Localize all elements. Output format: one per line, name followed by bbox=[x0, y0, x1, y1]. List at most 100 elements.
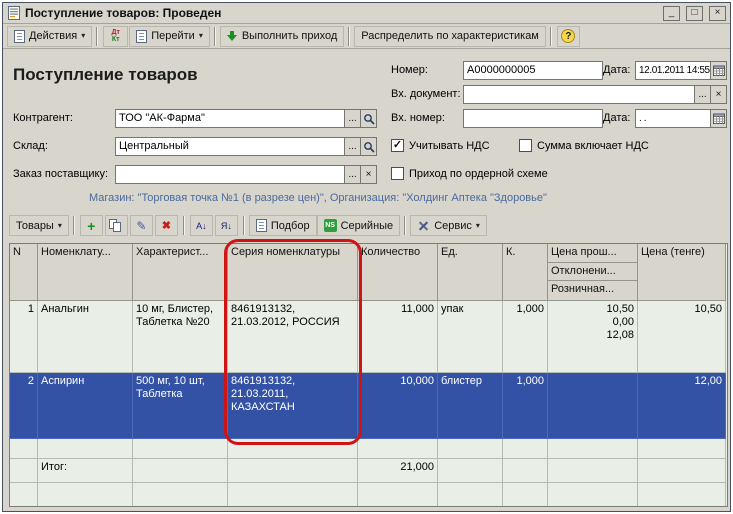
incoming-doc-input[interactable] bbox=[463, 85, 695, 104]
cell-empty bbox=[38, 483, 133, 506]
cell-empty bbox=[358, 439, 438, 459]
counterparty-ellipsis-button[interactable]: ... bbox=[345, 109, 361, 128]
total-row: Итог: 21,000 bbox=[10, 459, 727, 483]
number-input[interactable]: А0000000005 bbox=[463, 61, 603, 80]
cell-series[interactable]: 8461913132, 21.03.2011, КАЗАХСТАН bbox=[228, 373, 358, 439]
cell-price[interactable]: 12,00 bbox=[638, 373, 726, 439]
cell-characteristic[interactable]: 10 мг, Блистер, Таблетка №20 bbox=[133, 301, 228, 373]
incoming-calendar-button[interactable] bbox=[711, 109, 727, 128]
vat-included-checkbox-label: Сумма включает НДС bbox=[537, 140, 649, 152]
number-field[interactable]: А0000000005 bbox=[463, 61, 603, 80]
date-input[interactable]: 12.01.2011 14:55:39 bbox=[635, 61, 711, 80]
cell-n[interactable]: 1 bbox=[10, 301, 38, 373]
cell-empty bbox=[438, 459, 503, 483]
incoming-doc-ellipsis-button[interactable]: ... bbox=[695, 85, 711, 104]
delete-row-button[interactable]: ✖ bbox=[155, 215, 178, 236]
document-icon bbox=[7, 6, 21, 20]
warehouse-label: Склад: bbox=[13, 140, 48, 152]
supplier-order-input[interactable] bbox=[115, 165, 345, 184]
cell-quantity[interactable]: 11,000 bbox=[358, 301, 438, 373]
total-quantity: 21,000 bbox=[358, 459, 438, 483]
total-label: Итог: bbox=[38, 459, 133, 483]
cell-characteristic[interactable]: 500 мг, 10 шт, Таблетка bbox=[133, 373, 228, 439]
warehouse-ellipsis-button[interactable]: ... bbox=[345, 137, 361, 156]
warehouse-field[interactable]: Центральный ... bbox=[115, 137, 377, 156]
col-header-k: К. bbox=[503, 244, 548, 301]
goto-label: Перейти bbox=[151, 30, 195, 42]
incoming-doc-clear-button[interactable]: × bbox=[711, 85, 727, 104]
supplier-order-ellipsis-button[interactable]: ... bbox=[345, 165, 361, 184]
calendar-button[interactable] bbox=[711, 61, 727, 80]
date-field[interactable]: 12.01.2011 14:55:39 bbox=[635, 61, 727, 80]
close-button[interactable]: × bbox=[709, 6, 726, 21]
cell-nomenclature[interactable]: Анальгин bbox=[38, 301, 133, 373]
cell-n[interactable]: 2 bbox=[10, 373, 38, 439]
table-row[interactable]: 1 Анальгин 10 мг, Блистер, Таблетка №20 … bbox=[10, 301, 727, 373]
incoming-doc-field[interactable]: ... × bbox=[463, 85, 727, 104]
cell-unit[interactable]: блистер bbox=[438, 373, 503, 439]
tools-icon bbox=[417, 219, 430, 232]
col-header-unit: Ед. bbox=[438, 244, 503, 301]
dt-kt-button[interactable]: Дт Кт bbox=[103, 26, 128, 47]
warehouse-input[interactable]: Центральный bbox=[115, 137, 345, 156]
cell-quantity[interactable]: 10,000 bbox=[358, 373, 438, 439]
calendar-icon bbox=[713, 65, 725, 76]
counterparty-input[interactable]: ТОО "АК-Фарма" bbox=[115, 109, 345, 128]
warehouse-lookup-button[interactable] bbox=[361, 137, 377, 156]
sort-ascending-button[interactable]: А↓ bbox=[190, 215, 213, 236]
minimize-button[interactable]: _ bbox=[663, 6, 680, 21]
kt-icon: Кт bbox=[112, 36, 120, 43]
supplier-order-clear-button[interactable]: × bbox=[361, 165, 377, 184]
vat-checkbox[interactable]: ✓ Учитывать НДС bbox=[391, 139, 490, 152]
date-label: Дата: bbox=[603, 64, 630, 76]
add-row-button[interactable]: + bbox=[80, 215, 103, 236]
incoming-date-input[interactable]: . . bbox=[635, 109, 711, 128]
post-receipt-label: Выполнить приход bbox=[242, 30, 337, 42]
cell-k[interactable]: 1,000 bbox=[503, 301, 548, 373]
cell-price-group[interactable] bbox=[548, 373, 638, 439]
sort-descending-button[interactable]: Я↓ bbox=[215, 215, 238, 236]
cell-series[interactable]: 8461913132, 21.03.2012, РОССИЯ bbox=[228, 301, 358, 373]
order-scheme-checkbox[interactable]: Приход по ордерной схеме bbox=[391, 167, 548, 180]
distribute-by-characteristics-button[interactable]: Распределить по характеристикам bbox=[354, 26, 546, 47]
toolbar-separator bbox=[214, 27, 216, 46]
cell-price-group[interactable]: 10,50 0,00 12,08 bbox=[548, 301, 638, 373]
incoming-number-field[interactable] bbox=[463, 109, 603, 128]
supplier-order-field[interactable]: ... × bbox=[115, 165, 377, 184]
cell-retail: 12,08 bbox=[606, 329, 634, 342]
cell-unit[interactable]: упак bbox=[438, 301, 503, 373]
serial-numbers-button[interactable]: NS Серийные bbox=[317, 215, 401, 236]
cell-empty bbox=[228, 483, 358, 506]
counterparty-lookup-button[interactable] bbox=[361, 109, 377, 128]
title-bar[interactable]: Поступление товаров: Проведен _ □ × bbox=[3, 3, 730, 24]
cell-price[interactable]: 10,50 bbox=[638, 301, 726, 373]
cell-nomenclature[interactable]: Аспирин bbox=[38, 373, 133, 439]
table-row-selected[interactable]: 2 Аспирин 500 мг, 10 шт, Таблетка 846191… bbox=[10, 373, 727, 439]
counterparty-field[interactable]: ТОО "АК-Фарма" ... bbox=[115, 109, 377, 128]
cell-empty bbox=[10, 459, 38, 483]
copy-row-button[interactable] bbox=[105, 215, 128, 236]
col-header-price-prev: Цена прош... bbox=[548, 244, 637, 263]
cell-empty bbox=[438, 439, 503, 459]
ellipsis-icon: ... bbox=[348, 169, 356, 180]
incoming-number-input[interactable] bbox=[463, 109, 603, 128]
calendar-icon bbox=[713, 113, 725, 124]
pick-button[interactable]: Подбор bbox=[249, 215, 317, 236]
help-icon: ? bbox=[561, 29, 575, 43]
cell-empty bbox=[133, 483, 228, 506]
cell-empty bbox=[638, 439, 726, 459]
actions-button[interactable]: Действия ▾ bbox=[7, 26, 92, 47]
cell-empty bbox=[438, 483, 503, 506]
service-menu-button[interactable]: Сервис ▾ bbox=[410, 215, 487, 236]
goods-menu-button[interactable]: Товары ▾ bbox=[9, 215, 69, 236]
vat-included-checkbox[interactable]: Сумма включает НДС bbox=[519, 139, 649, 152]
goto-button[interactable]: Перейти ▾ bbox=[129, 26, 210, 47]
edit-row-button[interactable]: ✎ bbox=[130, 215, 153, 236]
cell-k[interactable]: 1,000 bbox=[503, 373, 548, 439]
post-receipt-button[interactable]: Выполнить приход bbox=[220, 26, 344, 47]
ellipsis-icon: ... bbox=[348, 141, 356, 152]
incoming-date-field[interactable]: . . bbox=[635, 109, 727, 128]
maximize-button[interactable]: □ bbox=[686, 6, 703, 21]
help-button[interactable]: ? bbox=[557, 26, 580, 47]
form-icon bbox=[14, 30, 25, 43]
